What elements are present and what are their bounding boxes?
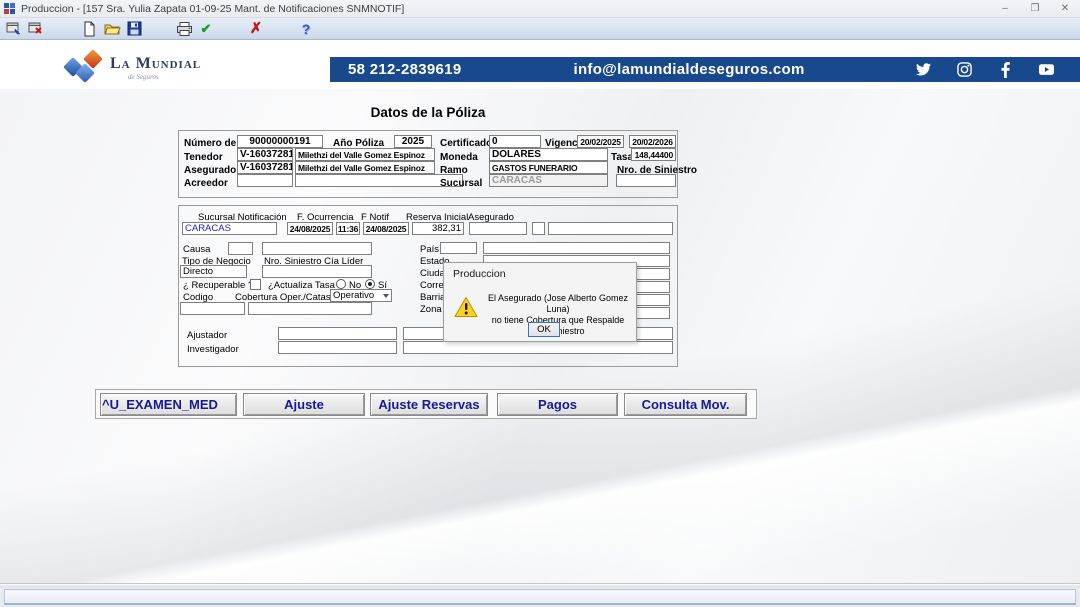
app-window: Produccion - [157 Sra. Yulia Zapata 01-0… [0, 0, 1080, 607]
app-icon [4, 3, 16, 15]
warning-icon [454, 296, 478, 318]
reserva-inicial-field[interactable]: 382,31 [412, 222, 464, 235]
email-address: info@lamundialdeseguros.com [573, 61, 804, 78]
f-ocurrencia-field[interactable]: 24/08/2025 [287, 222, 333, 235]
asegurado-nombre-field[interactable]: Milethzi del Valle Gomez Espinoz [295, 161, 435, 174]
actualiza-tasa-label: ¿Actualiza Tasa [268, 280, 335, 291]
contact-bar: 58 212-2839619 info@lamundialdeseguros.c… [330, 57, 1080, 82]
consulta-mov-button[interactable]: Consulta Mov. [624, 393, 747, 416]
record-delete-icon[interactable] [26, 20, 46, 38]
header: La Mundial de Seguros 58 212-2839619 inf… [0, 41, 1080, 89]
cobertura-dropdown[interactable]: Operativo [330, 289, 392, 302]
hora-ocurrencia-field[interactable]: 11:36 [336, 222, 360, 235]
investigador-label: Investigador [187, 344, 239, 355]
nro-lider-field[interactable] [262, 265, 372, 278]
tenedor-nombre-field[interactable]: Milethzi del Valle Gomez Espinoz [295, 148, 435, 161]
causa-codigo-field[interactable] [228, 242, 253, 255]
brand-tagline: de Seguros [128, 73, 159, 81]
status-bar [0, 587, 1080, 607]
print-icon[interactable] [174, 20, 194, 38]
certificado-field[interactable]: 0 [489, 135, 541, 148]
main-content: Datos de la Póliza Número de Tenedor Ase… [0, 89, 1080, 583]
ajustador-label: Ajustador [187, 330, 227, 341]
toolbar: ✔ ✗ ? [0, 18, 1080, 40]
twitter-icon[interactable] [916, 62, 931, 77]
f-notif-field[interactable]: 24/08/2025 [363, 222, 409, 235]
asegurado-id-field[interactable]: V-16037281 [237, 161, 293, 174]
sucursal-field[interactable]: CARACAS [489, 174, 608, 187]
help-icon[interactable]: ? [296, 20, 316, 38]
pais-field[interactable] [483, 242, 670, 254]
youtube-icon[interactable] [1039, 62, 1054, 77]
examen-medico-button[interactable]: ^U_EXAMEN_MED [100, 393, 237, 416]
numero-field[interactable]: 90000000191 [237, 135, 323, 148]
warning-dialog: Produccion El Asegurado (Jose Alberto Go… [443, 262, 637, 342]
tenedor-id-field[interactable]: V-16037281 [237, 148, 293, 161]
save-icon[interactable] [124, 20, 144, 38]
causa-descripcion-field[interactable] [262, 242, 372, 255]
status-panel [4, 589, 1076, 605]
acreedor-nombre-field[interactable] [295, 174, 463, 187]
company-logo: La Mundial de Seguros [58, 47, 258, 87]
asegurado-label: Asegurado [184, 165, 236, 176]
ramo-label: Ramo [440, 165, 468, 176]
open-folder-icon[interactable] [102, 20, 122, 38]
facebook-icon[interactable] [998, 62, 1013, 77]
title-bar: Produccion - [157 Sra. Yulia Zapata 01-0… [0, 0, 1080, 18]
asegurado-nombre-notif-field[interactable] [548, 222, 673, 235]
page-title: Datos de la Póliza [178, 105, 678, 120]
restore-icon[interactable]: ❐ [1020, 0, 1050, 17]
nro-siniestro-field[interactable] [616, 174, 676, 187]
tasa-field[interactable]: 148,44400 [631, 148, 676, 161]
instagram-icon[interactable] [957, 62, 972, 77]
pagos-button[interactable]: Pagos [497, 393, 618, 416]
sucursal-label: Sucursal [440, 178, 482, 189]
acreedor-label: Acreedor [184, 178, 228, 189]
vigencia-desde-field[interactable]: 20/02/2025 [577, 135, 624, 148]
ajuste-button[interactable]: Ajuste [243, 393, 365, 416]
phone-number: 58 212-2839619 [348, 61, 461, 78]
codigo-field[interactable] [180, 302, 245, 315]
moneda-label: Moneda [440, 152, 478, 163]
tasa-label: Tasa [611, 152, 633, 163]
vigencia-hasta-field[interactable]: 20/02/2026 [629, 135, 676, 148]
record-insert-icon[interactable] [4, 20, 24, 38]
minimize-icon[interactable]: – [990, 0, 1020, 17]
causa-label: Causa [183, 244, 210, 255]
recuperable-checkbox[interactable] [250, 279, 261, 290]
actualiza-no-radio[interactable] [336, 279, 346, 289]
anio-poliza-field[interactable]: 2025 [394, 135, 432, 148]
ramo-field[interactable]: GASTOS FUNERARIO [489, 161, 608, 174]
dialog-message-line1: El Asegurado (Jose Alberto Gomez Luna) [482, 293, 634, 315]
cobertura-descripcion-field[interactable] [248, 302, 372, 315]
pais-codigo-field[interactable] [440, 242, 477, 254]
investigador-codigo-field[interactable] [278, 341, 397, 354]
investigador-nombre-field[interactable] [403, 341, 673, 354]
ajustador-codigo-field[interactable] [278, 327, 397, 340]
tenedor-label: Tenedor [184, 152, 223, 163]
actualiza-si-radio[interactable] [365, 279, 375, 289]
acreedor-id-field[interactable] [237, 174, 293, 187]
close-icon[interactable]: ✕ [1050, 0, 1080, 17]
numero-label: Número de [184, 138, 236, 149]
asegurado-id-notif-field[interactable] [469, 222, 527, 235]
brand-name: La Mundial [110, 55, 201, 73]
certificado-label: Certificado [440, 138, 492, 149]
ok-button[interactable]: OK [528, 322, 560, 337]
window-title: Produccion - [157 Sra. Yulia Zapata 01-0… [21, 3, 404, 15]
confirm-icon[interactable]: ✔ [196, 20, 216, 38]
new-document-icon[interactable] [80, 20, 100, 38]
cobertura-value: Operativo [333, 290, 374, 301]
dialog-title: Produccion [453, 268, 506, 280]
moneda-field[interactable]: DOLARES [489, 148, 608, 161]
cancel-icon[interactable]: ✗ [246, 20, 266, 38]
sucursal-notif-field[interactable]: CARACAS [182, 222, 277, 235]
ajuste-reservas-button[interactable]: Ajuste Reservas [370, 393, 488, 416]
pais-label: País [420, 244, 439, 255]
recuperable-label: ¿ Recuperable ? [183, 280, 253, 291]
tipo-negocio-field[interactable]: Directo [180, 265, 247, 278]
chevron-down-icon [383, 294, 389, 298]
asegurado-tipo-field[interactable] [532, 222, 545, 235]
